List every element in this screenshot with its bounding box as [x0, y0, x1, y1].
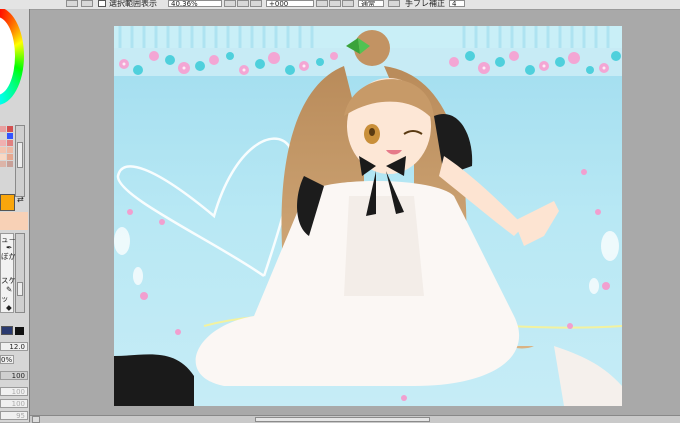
value-field[interactable]: 100 — [0, 399, 28, 408]
zoom-reset-button[interactable] — [250, 0, 262, 7]
palette-swatch[interactable] — [7, 161, 13, 167]
rotate-reset-button[interactable] — [342, 0, 354, 7]
palette-swatch[interactable] — [0, 154, 6, 160]
palette-swatch[interactable] — [0, 147, 6, 153]
tool-scroll-thumb[interactable] — [17, 282, 23, 296]
select-none-button[interactable] — [66, 0, 78, 7]
palette-scrollbar[interactable] — [15, 125, 25, 197]
zoom-in-button[interactable] — [237, 0, 249, 7]
selection-visible-checkbox[interactable] — [98, 0, 106, 7]
zoom-out-button[interactable] — [224, 0, 236, 7]
value-field[interactable]: 100 — [0, 371, 28, 380]
tool-label[interactable]: ッ — [1, 294, 9, 303]
quality-select[interactable]: 通常 — [358, 0, 384, 7]
stabilizer-select[interactable]: 4 — [449, 0, 465, 7]
illustration — [114, 26, 622, 406]
palette-swatch[interactable] — [7, 126, 13, 132]
rotation-field[interactable]: +000 — [266, 0, 314, 7]
sub-color-swatch[interactable] — [0, 212, 28, 230]
rotate-left-button[interactable] — [316, 0, 328, 7]
palette-swatch[interactable] — [0, 133, 6, 139]
brush-size-field[interactable]: 12.0 — [0, 342, 28, 351]
tool-label[interactable]: スケ — [1, 276, 16, 285]
canvas-artwork[interactable] — [114, 26, 622, 406]
tool-list[interactable]: ュ－ ✒ ぼかし スケ ✎ ッ ◆ — [0, 233, 24, 313]
palette-swatch[interactable] — [7, 147, 13, 153]
select-invert-button[interactable] — [81, 0, 93, 7]
palette-swatch[interactable] — [0, 161, 6, 167]
rotate-right-button[interactable] — [329, 0, 341, 7]
swap-colors-icon[interactable]: ⇄ — [17, 195, 24, 204]
value-field[interactable]: 95 — [0, 411, 28, 420]
horizontal-scroll-thumb[interactable] — [255, 417, 430, 422]
value-field[interactable]: 100 — [0, 387, 28, 396]
selection-visible-label: 選択範囲表示 — [109, 0, 157, 8]
palette-scroll-thumb[interactable] — [17, 142, 23, 168]
tool-scrollbar[interactable] — [15, 233, 25, 313]
brush-shape-icon[interactable] — [1, 326, 13, 335]
palette-swatch[interactable] — [0, 140, 6, 146]
main-color-swatch[interactable] — [0, 194, 15, 211]
tool-panel: ⇄ ュ－ ✒ ぼかし スケ ✎ ッ ◆ 12.0 0% 100 100 100 … — [0, 9, 30, 422]
palette-swatch[interactable] — [0, 126, 6, 132]
flip-button[interactable] — [388, 0, 400, 7]
brush-color-icon[interactable] — [15, 327, 24, 335]
density-field[interactable]: 0% — [0, 355, 14, 364]
palette-swatch[interactable] — [7, 140, 13, 146]
stabilizer-label: 手ブレ補正 — [405, 0, 445, 8]
brush-icon[interactable]: ✒ — [6, 243, 12, 252]
palette-swatch[interactable] — [7, 154, 13, 160]
top-toolbar: 選択範囲表示 40.36% +000 通常 手ブレ補正 4 — [0, 0, 680, 10]
zoom-field[interactable]: 40.36% — [168, 0, 222, 7]
eraser-icon[interactable]: ◆ — [6, 303, 12, 312]
pencil-icon[interactable]: ✎ — [6, 285, 12, 294]
palette-swatch[interactable] — [7, 133, 13, 139]
